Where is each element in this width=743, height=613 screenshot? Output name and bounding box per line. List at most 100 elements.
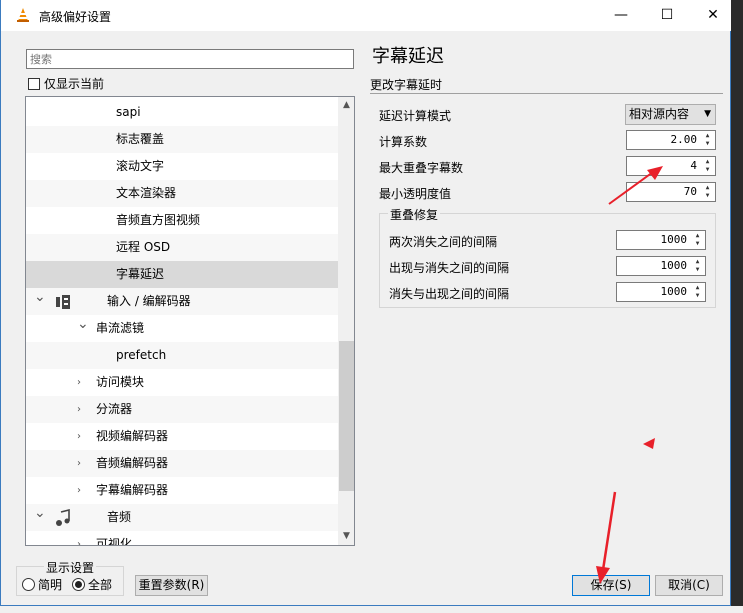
gap2-label: 出现与消失之间的间隔 xyxy=(389,261,510,275)
delay-mode-label: 延迟计算模式 xyxy=(379,109,452,123)
only-current-label: 仅显示当前 xyxy=(44,77,105,91)
gap1-spinbox[interactable]: 1000 ▲ ▼ xyxy=(616,230,706,250)
chevron-right-icon[interactable]: › xyxy=(77,369,81,396)
search-input[interactable] xyxy=(26,49,354,69)
spin-up-icon[interactable]: ▲ xyxy=(691,232,704,240)
gap3-value: 1000 xyxy=(660,285,688,298)
tree-scrollbar[interactable]: ▲ ▼ xyxy=(338,97,354,545)
tree-item[interactable]: ⌄ 输入 / 编解码器 xyxy=(26,288,338,315)
checkbox-box[interactable] xyxy=(28,77,40,90)
min-alpha-value: 70 xyxy=(683,185,697,198)
only-current-checkbox[interactable]: 仅显示当前 xyxy=(28,75,104,92)
tree-item[interactable]: 文本渲染器 xyxy=(26,180,338,207)
tree-item[interactable]: 音频直方图视频 xyxy=(26,207,338,234)
spin-up-icon[interactable]: ▲ xyxy=(701,158,714,166)
tree-item[interactable]: › 分流器 xyxy=(26,396,338,423)
radio-simple-dot[interactable] xyxy=(22,578,35,591)
spin-up-icon[interactable]: ▲ xyxy=(701,132,714,140)
cancel-button[interactable]: 取消(C) xyxy=(655,575,723,596)
tree-item-label: sapi xyxy=(116,105,141,119)
spin-down-icon[interactable]: ▼ xyxy=(701,192,714,200)
save-button[interactable]: 保存(S) xyxy=(572,575,650,596)
radio-all-dot[interactable] xyxy=(72,578,85,591)
tree-item-label: 字幕编解码器 xyxy=(96,483,169,497)
tree-item-label: 音频编解码器 xyxy=(96,456,169,470)
maximize-button[interactable]: ☐ xyxy=(644,0,690,30)
panel-title: 字幕延迟 xyxy=(372,46,444,67)
max-overlap-value: 4 xyxy=(690,159,697,172)
factor-value: 2.00 xyxy=(670,133,698,146)
category-tree[interactable]: sapi 标志覆盖 滚动文字 文本渲染器 音频直方图视频 远程 OSD 字幕延迟 ⌄ 输入 / … xyxy=(25,96,355,546)
radio-all[interactable]: 全部 xyxy=(72,576,112,593)
tree-item-label: 字幕延迟 xyxy=(116,267,165,281)
tree-item[interactable]: › 视频编解码器 xyxy=(26,423,338,450)
chevron-right-icon[interactable]: › xyxy=(77,531,81,545)
gap2-value: 1000 xyxy=(660,259,688,272)
chevron-down-icon[interactable]: ⌄ xyxy=(77,311,89,338)
tree-item[interactable]: › 可视化 xyxy=(26,531,338,545)
chevron-right-icon[interactable]: › xyxy=(77,423,81,450)
close-button[interactable]: ✕ xyxy=(690,0,736,30)
chevron-down-icon[interactable]: ⌄ xyxy=(34,500,46,527)
tree-item-label: 串流滤镜 xyxy=(96,321,145,335)
title-bar: 高级偏好设置 — ☐ ✕ xyxy=(1,0,731,31)
tree-item-label: 分流器 xyxy=(96,402,133,416)
chevron-down-icon[interactable]: ⌄ xyxy=(34,284,46,311)
vlc-cone-icon xyxy=(17,8,29,22)
scroll-up-icon[interactable]: ▲ xyxy=(338,97,354,114)
tree-item[interactable]: › 字幕编解码器 xyxy=(26,477,338,504)
delay-mode-value: 相对源内容 xyxy=(629,107,690,121)
spin-down-icon[interactable]: ▼ xyxy=(701,140,714,148)
tree-item[interactable]: ⌄ 串流滤镜 xyxy=(26,315,338,342)
spin-up-icon[interactable]: ▲ xyxy=(691,284,704,292)
radio-simple[interactable]: 简明 xyxy=(22,576,62,593)
minimize-button[interactable]: — xyxy=(598,0,644,30)
tree-item-label: 标志覆盖 xyxy=(116,132,165,146)
tree-item[interactable]: prefetch xyxy=(26,342,338,369)
chevron-right-icon[interactable]: › xyxy=(77,450,81,477)
chevron-right-icon[interactable]: › xyxy=(77,477,81,504)
spin-down-icon[interactable]: ▼ xyxy=(691,266,704,274)
spin-down-icon[interactable]: ▼ xyxy=(691,240,704,248)
tree-item-label: 访问模块 xyxy=(96,375,145,389)
tree-item[interactable]: ⌄ 音频 xyxy=(26,504,338,531)
background-taskbar-strip xyxy=(0,606,743,613)
tree-item[interactable]: 远程 OSD xyxy=(26,234,338,261)
spin-down-icon[interactable]: ▼ xyxy=(691,292,704,300)
gap3-label: 消失与出现之间的间隔 xyxy=(389,287,510,301)
spin-up-icon[interactable]: ▲ xyxy=(691,258,704,266)
gap3-spinbox[interactable]: 1000 ▲ ▼ xyxy=(616,282,706,302)
tree-item-label: 视频编解码器 xyxy=(96,429,169,443)
tree-item-label: 远程 OSD xyxy=(116,240,171,254)
scroll-down-icon[interactable]: ▼ xyxy=(338,528,354,545)
max-overlap-spinbox[interactable]: 4 ▲ ▼ xyxy=(626,156,716,176)
tree-item[interactable]: 字幕延迟 xyxy=(26,261,338,288)
scrollbar-thumb[interactable] xyxy=(339,341,354,491)
max-overlap-label: 最大重叠字幕数 xyxy=(379,161,464,175)
overlap-fix-legend: 重叠修复 xyxy=(388,206,441,223)
min-alpha-spinbox[interactable]: 70 ▲ ▼ xyxy=(626,182,716,202)
spin-down-icon[interactable]: ▼ xyxy=(701,166,714,174)
gap2-spinbox[interactable]: 1000 ▲ ▼ xyxy=(616,256,706,276)
annotation-arrow-icon xyxy=(596,491,617,584)
tree-item[interactable]: 滚动文字 xyxy=(26,153,338,180)
delay-mode-select[interactable]: 相对源内容 ▼ xyxy=(625,104,716,125)
background-desktop xyxy=(731,0,743,613)
advanced-preferences-window: 高级偏好设置 — ☐ ✕ 仅显示当前 sapi 标志覆盖滚动文字文本渲染器音频直方… xyxy=(0,0,731,606)
gap1-value: 1000 xyxy=(660,233,688,246)
factor-spinbox[interactable]: 2.00 ▲ ▼ xyxy=(626,130,716,150)
tree-item-label: 输入 / 编解码器 xyxy=(107,294,191,308)
tree-item[interactable]: › 访问模块 xyxy=(26,369,338,396)
tree-item-label: 音频直方图视频 xyxy=(116,213,201,227)
panel-subtitle: 更改字幕延时 xyxy=(370,78,443,92)
tree-item[interactable]: › 音频编解码器 xyxy=(26,450,338,477)
tree-item[interactable]: 标志覆盖 xyxy=(26,126,338,153)
spin-up-icon[interactable]: ▲ xyxy=(701,184,714,192)
radio-simple-label: 简明 xyxy=(38,578,63,592)
tree-item[interactable]: sapi xyxy=(26,99,338,126)
reset-preferences-button[interactable]: 重置参数(R) xyxy=(135,575,208,596)
min-alpha-label: 最小透明度值 xyxy=(379,187,452,201)
tree-item-label: 文本渲染器 xyxy=(116,186,177,200)
chevron-right-icon[interactable]: › xyxy=(77,396,81,423)
input-codec-icon xyxy=(56,295,70,309)
